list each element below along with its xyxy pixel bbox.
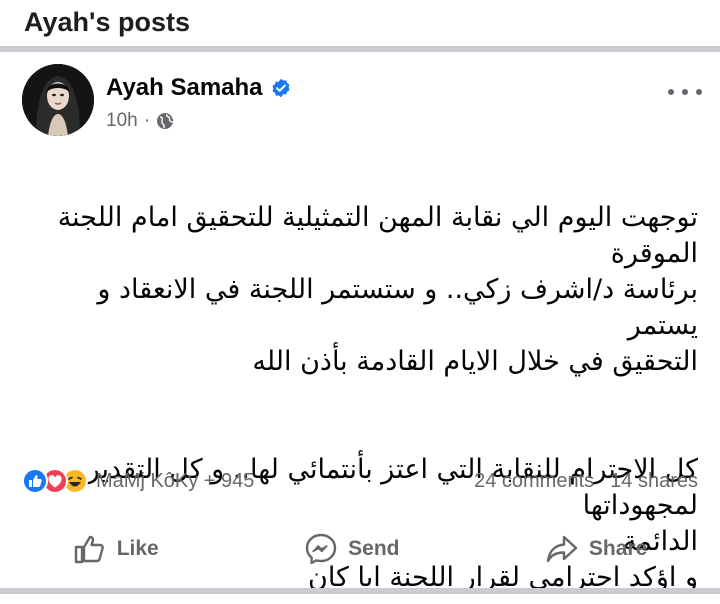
share-label: Share xyxy=(588,537,648,560)
like-button[interactable]: Like xyxy=(73,532,159,566)
post-text-line: توجهت اليوم الي نقابة المهن التمثيلية لل… xyxy=(57,202,698,269)
post-actions: Like Send Share xyxy=(0,524,720,574)
post-text-line: التحقيق في خلال الايام القادمة بأذن الله xyxy=(252,346,698,377)
post-card: Ayah Samaha 10h · توجهت اليوم الي نقابة … xyxy=(0,52,720,596)
verified-badge-icon xyxy=(272,78,290,98)
more-dot xyxy=(682,89,688,95)
author-line: Ayah Samaha xyxy=(106,74,291,102)
more-icon[interactable] xyxy=(668,82,702,102)
post-stats: MaMj KôKy + 945 24 comments 14 shares xyxy=(0,464,720,498)
send-label: Send xyxy=(348,537,400,560)
share-button[interactable]: Share xyxy=(545,532,647,566)
thumbs-up-icon xyxy=(74,535,104,564)
post-header: Ayah Samaha 10h · xyxy=(0,52,720,138)
engagement-counts: 24 comments 14 shares xyxy=(474,470,698,493)
like-label: Like xyxy=(116,537,159,560)
shares-count[interactable]: 14 shares xyxy=(610,470,698,493)
post-time[interactable]: 10h xyxy=(106,110,138,132)
meta-separator: · xyxy=(143,110,151,131)
post-text-line: برئاسة د/اشرف زكي.. و ستستمر اللجنة في ا… xyxy=(97,274,698,341)
globe-icon xyxy=(157,113,174,129)
comments-count[interactable]: 24 comments xyxy=(474,470,594,493)
reactions-summary[interactable]: MaMj KôKy + 945 xyxy=(22,468,254,494)
more-dot xyxy=(668,89,674,95)
avatar-photo xyxy=(22,64,94,136)
messenger-icon xyxy=(305,533,337,565)
reaction-names: MaMj KôKy + 945 xyxy=(96,469,255,492)
avatar[interactable] xyxy=(22,64,94,136)
author-name[interactable]: Ayah Samaha xyxy=(106,74,263,102)
like-reaction-icon xyxy=(22,468,48,494)
share-icon xyxy=(546,535,578,563)
post-meta: 10h · xyxy=(106,110,174,132)
page-title: Ayah's posts xyxy=(24,6,190,37)
send-button[interactable]: Send xyxy=(304,532,399,566)
more-dot xyxy=(696,89,702,95)
bottom-divider xyxy=(0,588,720,594)
page-header: Ayah's posts xyxy=(0,0,720,44)
